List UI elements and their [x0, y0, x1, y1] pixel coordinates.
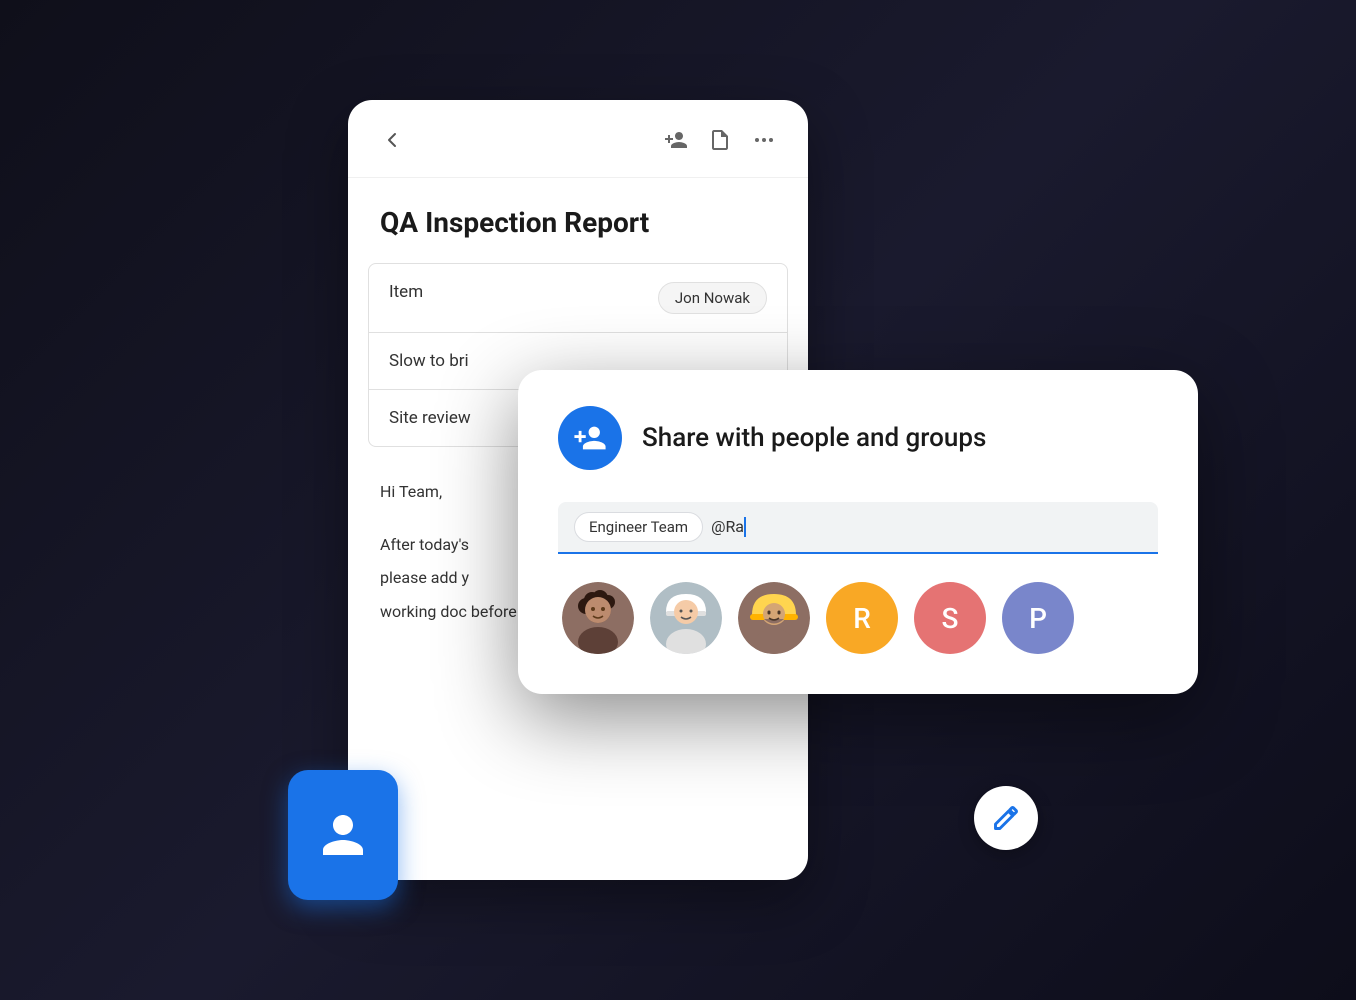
engineer-team-chip[interactable]: Engineer Team	[574, 512, 703, 542]
avatar-1[interactable]	[562, 582, 634, 654]
edit-fab[interactable]	[974, 786, 1038, 850]
table-row: Item Jon Nowak	[369, 264, 787, 333]
item-cell: Item	[369, 264, 638, 332]
doc-title: QA Inspection Report	[348, 178, 808, 263]
blue-card	[288, 770, 398, 900]
share-header: Share with people and groups	[558, 406, 1158, 470]
person-icon	[313, 805, 373, 865]
share-title: Share with people and groups	[642, 423, 986, 453]
edit-icon	[992, 804, 1020, 832]
doc-header	[348, 100, 808, 178]
back-button[interactable]	[380, 128, 404, 157]
person-add-icon	[573, 421, 607, 455]
input-text: @Ra	[711, 517, 746, 538]
share-icon-circle	[558, 406, 622, 470]
avatar-2[interactable]	[650, 582, 722, 654]
avatar-r[interactable]: R	[826, 582, 898, 654]
add-person-icon[interactable]	[664, 128, 688, 157]
avatars-row: R S P	[558, 582, 1158, 654]
jon-nowak-badge: Jon Nowak	[658, 282, 767, 314]
share-input-area[interactable]: Engineer Team @Ra	[558, 502, 1158, 554]
scene: QA Inspection Report Item Jon Nowak Slow…	[228, 70, 1128, 930]
avatar-3[interactable]	[738, 582, 810, 654]
share-dialog: Share with people and groups Engineer Te…	[518, 370, 1198, 694]
more-horiz-icon[interactable]	[752, 128, 776, 157]
avatar-s[interactable]: S	[914, 582, 986, 654]
header-icons	[664, 128, 776, 157]
description-icon[interactable]	[708, 128, 732, 157]
jon-badge-cell: Jon Nowak	[638, 264, 787, 332]
text-cursor	[744, 517, 746, 537]
avatar-p[interactable]: P	[1002, 582, 1074, 654]
